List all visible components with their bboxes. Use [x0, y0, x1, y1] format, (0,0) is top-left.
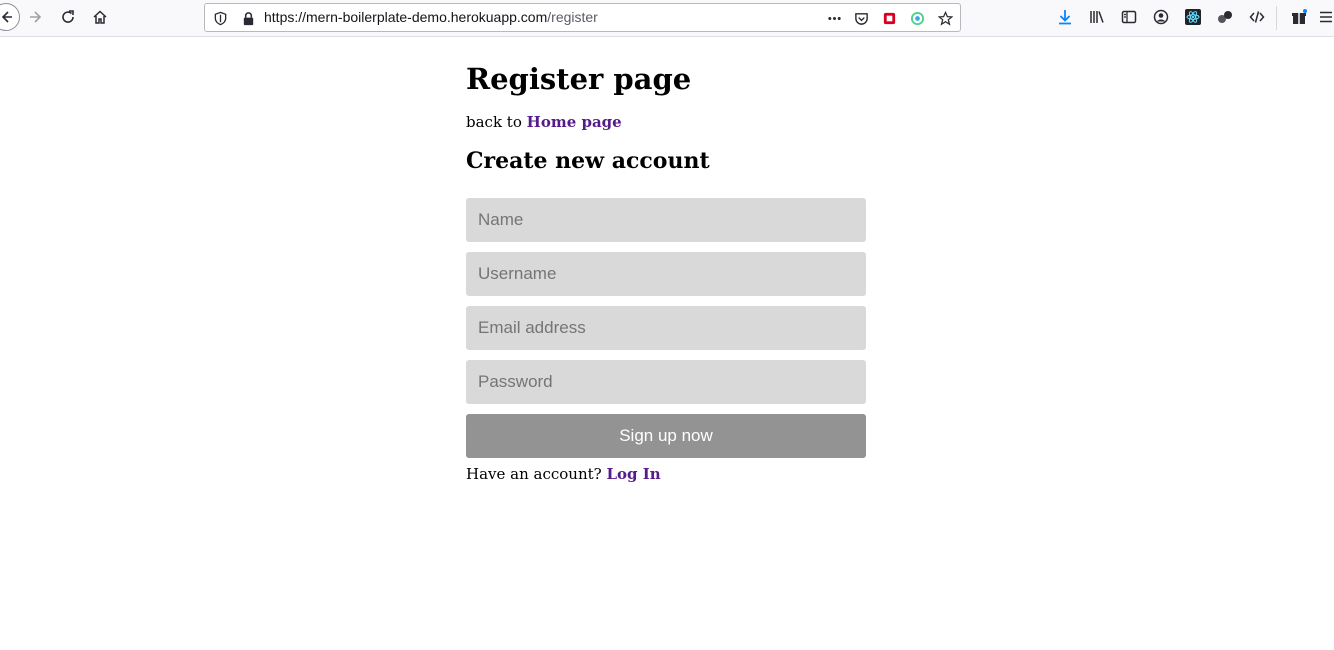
- login-line: Have an account? Log In: [466, 464, 866, 484]
- url-text[interactable]: https://mern-boilerplate-demo.herokuapp.…: [264, 9, 598, 25]
- register-content: Register page back to Home page Create n…: [466, 54, 866, 484]
- form-heading: Create new account: [466, 148, 710, 174]
- more-icon[interactable]: [825, 9, 843, 27]
- gift-icon[interactable]: [1285, 4, 1313, 30]
- register-form: Sign up now: [466, 198, 866, 458]
- lock-icon[interactable]: [239, 9, 257, 27]
- reload-icon[interactable]: [54, 4, 82, 30]
- toolbar-separator: [1276, 6, 1277, 30]
- sync-icon[interactable]: [908, 9, 926, 27]
- extensions-icon[interactable]: [1211, 4, 1239, 30]
- bookmark-star-icon[interactable]: [936, 9, 954, 27]
- back-prefix: back to: [466, 113, 522, 131]
- pocket-icon[interactable]: [852, 9, 870, 27]
- url-host: https://mern-boilerplate-demo.herokuapp.…: [264, 9, 548, 25]
- menu-icon[interactable]: [1312, 4, 1334, 30]
- name-input[interactable]: [466, 198, 866, 242]
- username-input[interactable]: [466, 252, 866, 296]
- dev-code-icon[interactable]: [1243, 4, 1271, 30]
- home-icon[interactable]: [86, 4, 114, 30]
- back-line: back to Home page: [466, 112, 866, 132]
- react-devtools-icon[interactable]: [1179, 4, 1207, 30]
- browser-toolbar: https://mern-boilerplate-demo.herokuapp.…: [0, 0, 1334, 37]
- login-link[interactable]: Log In: [606, 465, 660, 483]
- sidebar-icon[interactable]: [1115, 4, 1143, 30]
- url-bar[interactable]: https://mern-boilerplate-demo.herokuapp.…: [204, 3, 961, 32]
- password-input[interactable]: [466, 360, 866, 404]
- page-title: Register page: [466, 62, 692, 96]
- download-icon[interactable]: [1051, 4, 1079, 30]
- email-input[interactable]: [466, 306, 866, 350]
- account-icon[interactable]: [1147, 4, 1175, 30]
- extension-icon[interactable]: [880, 9, 898, 27]
- forward-icon[interactable]: [22, 4, 50, 30]
- home-page-link[interactable]: Home page: [527, 113, 622, 131]
- back-icon[interactable]: [0, 3, 20, 31]
- library-icon[interactable]: [1083, 4, 1111, 30]
- url-path: /register: [547, 9, 598, 25]
- sign-up-button[interactable]: Sign up now: [466, 414, 866, 458]
- shield-icon[interactable]: [211, 9, 229, 27]
- login-prefix: Have an account?: [466, 465, 602, 483]
